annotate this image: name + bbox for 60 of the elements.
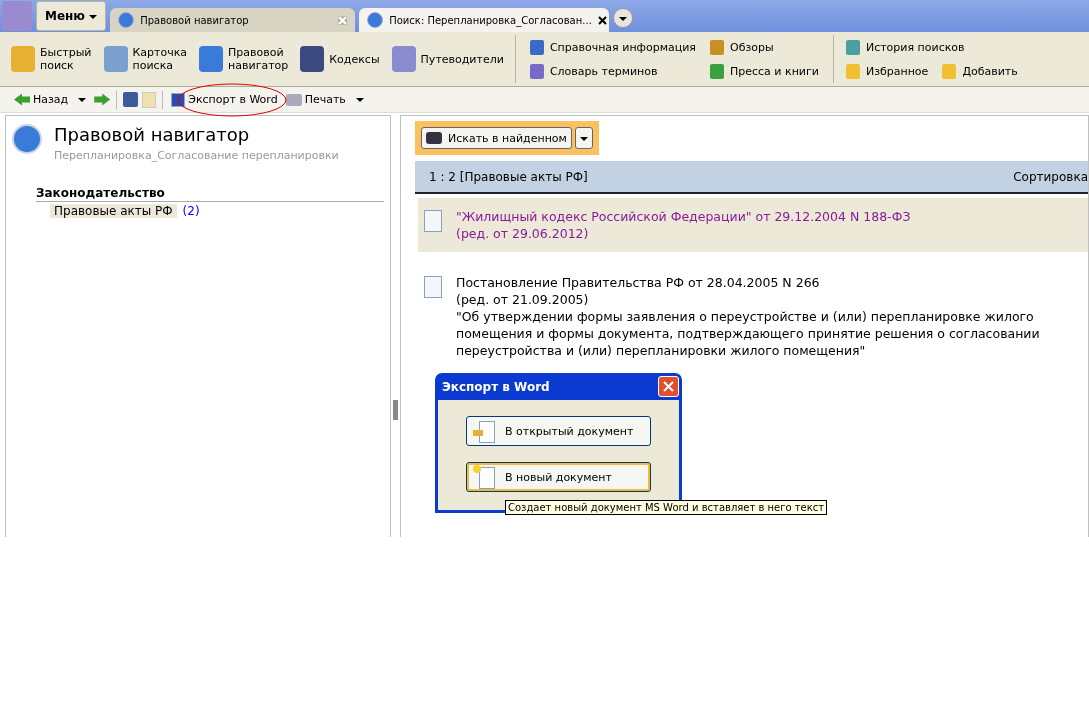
- dropdown-button[interactable]: [574, 127, 593, 149]
- toolbar-icon: [529, 39, 544, 55]
- toolbar-link[interactable]: Справочная информация: [529, 38, 696, 56]
- toolbar-icon: [710, 63, 724, 79]
- toolbar-icon: [845, 39, 860, 55]
- toolbar-link[interactable]: Словарь терминов: [529, 62, 696, 80]
- dialog-title: Экспорт в Word: [442, 379, 550, 394]
- toolbar-icon: [529, 63, 544, 79]
- word-icon: [171, 92, 186, 107]
- toolbar-link[interactable]: Избранное: [845, 62, 929, 80]
- export-option-button[interactable]: В новый документ: [466, 462, 651, 492]
- panel-subtitle: Перепланировка_Согласование перепланировки: [54, 149, 339, 162]
- results-count: 1 : 2 [Правовые акты РФ]: [429, 169, 588, 184]
- toolbar-link[interactable]: История поисков: [845, 38, 1018, 56]
- result-text: Постановление Правительства РФ от 28.04.2005 N 266: [456, 274, 821, 291]
- toolbar-link[interactable]: Обзоры: [710, 38, 819, 56]
- close-icon[interactable]: [597, 15, 607, 25]
- close-button[interactable]: [658, 376, 679, 397]
- back-button[interactable]: Назад: [12, 89, 71, 110]
- result-row[interactable]: "Жилищный кодекс Российской Федерации" от 29.12.2004 N 188-ФЗ (ред. от 29.06.2012): [418, 198, 1088, 252]
- export-option-button[interactable]: В открытый документ: [466, 416, 651, 446]
- section-heading: Законодательство: [36, 186, 384, 202]
- tooltip: Создает новый документ MS Word и вставляет в него текст: [505, 500, 828, 515]
- sort-label[interactable]: Сортировка: [1013, 169, 1088, 184]
- toolbar-button[interactable]: Правовой навигатор: [196, 44, 292, 74]
- category-item[interactable]: Правовые акты РФ: [50, 204, 177, 218]
- toolbar-button[interactable]: Кодексы: [297, 44, 383, 74]
- toolbar-icon: [199, 46, 224, 72]
- toolbar-icon: [845, 63, 860, 79]
- toolbar-icon: [300, 46, 325, 72]
- document-icon: [473, 465, 495, 489]
- document-icon: [473, 419, 495, 443]
- result-text: (ред. от 29.06.2012): [456, 225, 590, 242]
- toolbar-button[interactable]: Путеводители: [388, 44, 507, 74]
- toolbar-icon: [103, 46, 128, 72]
- result-text: (ред. от 21.09.2005): [456, 291, 590, 308]
- toolbar-link[interactable]: Добавить: [942, 62, 1018, 80]
- caret-icon[interactable]: [78, 97, 87, 102]
- print-button[interactable]: Печать: [283, 89, 348, 110]
- panel-title: Правовой навигатор: [54, 124, 251, 145]
- toolbar-icon: [391, 46, 416, 72]
- toolbar-link[interactable]: Пресса и книги: [710, 62, 819, 80]
- tab-list-button[interactable]: [613, 8, 634, 28]
- toolbar-icon: [942, 63, 957, 79]
- result-text: "Жилищный кодекс Российской Федерации" от 29.12.2004 N 188-ФЗ: [456, 208, 911, 225]
- export-word-button[interactable]: Экспорт в Word: [169, 89, 280, 110]
- forward-icon[interactable]: [94, 93, 111, 106]
- tab[interactable]: Правовой навигатор: [110, 8, 356, 32]
- toolbar-button[interactable]: Быстрый поиск: [8, 44, 95, 74]
- tab[interactable]: Поиск: Перепланировка_Согласован...: [359, 8, 610, 32]
- menu-button[interactable]: Меню: [36, 1, 107, 31]
- result-text: "Об утверждении формы заявления о переустройстве и (или) перепланировке жилого помещения и формы документа, подтверждающего принятие решения о согласовании переустройства и (или) перепланировки жилого помещения": [456, 308, 1041, 359]
- count-link[interactable]: (2): [182, 204, 200, 218]
- toolbar-button[interactable]: Карточка поиска: [100, 44, 191, 74]
- toolbar-icon: [710, 39, 724, 55]
- search-in-results-button[interactable]: Искать в найденном: [421, 127, 572, 149]
- caret-icon[interactable]: [355, 97, 364, 102]
- document-icon: [424, 210, 442, 232]
- document-icon: [424, 276, 442, 298]
- toolbar-icon: [11, 46, 35, 72]
